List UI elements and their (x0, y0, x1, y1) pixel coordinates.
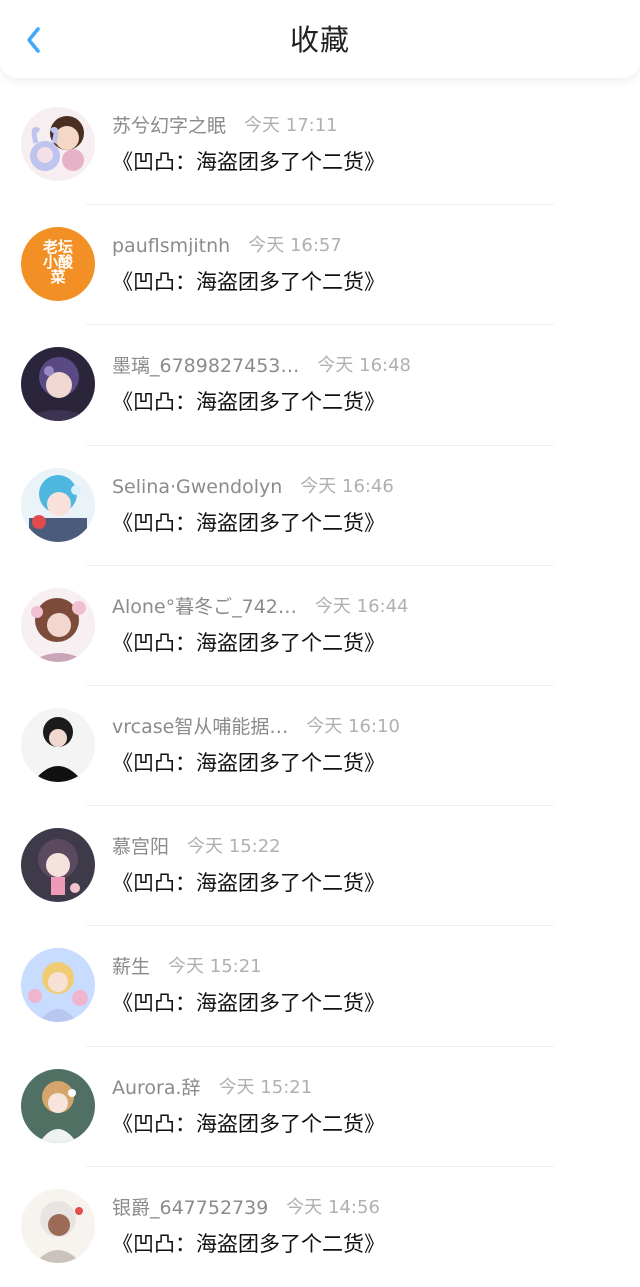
avatar (21, 948, 95, 1023)
avatar (21, 828, 95, 903)
item-meta: 苏兮幻字之眠 今天 17:11 (112, 111, 338, 141)
item-meta: 慕宫阳 今天 15:22 (112, 832, 281, 862)
list-item[interactable]: Aurora.辞 今天 15:21 《凹凸：海盗团多了个二货》 (0, 1047, 640, 1167)
item-meta: vrcase智从哺能据… 今天 16:10 (112, 712, 400, 742)
item-content: 《凹凸：海盗团多了个二货》 (112, 750, 385, 775)
timestamp: 今天 16:57 (248, 235, 342, 257)
top-bar: 收藏 (0, 0, 640, 78)
list-item[interactable]: Selina·Gwendolyn 今天 16:46 《凹凸：海盗团多了个二货》 (0, 446, 640, 566)
user-name: 墨璃_6789827453… (112, 355, 300, 378)
timestamp: 今天 16:44 (314, 595, 409, 617)
list-item[interactable]: Alone°暮冬ご_742… 今天 16:44 《凹凸：海盗团多了个二货》 (0, 566, 640, 686)
item-content: 《凹凸：海盗团多了个二货》 (112, 1111, 385, 1136)
user-name: 慕宫阳 (112, 836, 170, 859)
item-meta: 银爵_647752739 今天 14:56 (112, 1193, 380, 1223)
favorites-screen: 收藏 苏兮幻字之眠 今天 17:11 《凹凸：海盗团多了个二货》 老坛小酸菜 p… (0, 0, 640, 1287)
list-item[interactable]: vrcase智从哺能据… 今天 16:10 《凹凸：海盗团多了个二货》 (0, 686, 640, 807)
timestamp: 今天 15:22 (187, 836, 281, 858)
list-item[interactable]: 苏兮幻字之眠 今天 17:11 《凹凸：海盗团多了个二货》 (0, 85, 640, 206)
timestamp: 今天 15:21 (168, 956, 262, 978)
item-meta: 薪生 今天 15:21 (112, 952, 262, 982)
item-content: 《凹凸：海盗团多了个二货》 (112, 991, 385, 1016)
user-name: 银爵_647752739 (112, 1196, 269, 1219)
list-item[interactable]: 薪生 今天 15:21 《凹凸：海盗团多了个二货》 (0, 926, 640, 1047)
user-name: 薪生 (112, 956, 151, 979)
timestamp: 今天 15:21 (218, 1076, 313, 1098)
timestamp: 今天 16:10 (306, 715, 400, 737)
favorites-list: 苏兮幻字之眠 今天 17:11 《凹凸：海盗团多了个二货》 老坛小酸菜 pauf… (0, 85, 640, 1287)
item-content: 《凹凸：海盗团多了个二货》 (112, 150, 385, 174)
item-meta: Selina·Gwendolyn 今天 16:46 (112, 472, 394, 502)
user-name: Selina·Gwendolyn (112, 475, 283, 498)
item-content: 《凹凸：海盗团多了个二货》 (112, 510, 385, 535)
timestamp: 今天 16:48 (317, 355, 411, 377)
timestamp: 今天 17:11 (244, 115, 338, 136)
timestamp: 今天 16:46 (300, 475, 394, 497)
item-meta: Aurora.辞 今天 15:21 (112, 1073, 312, 1103)
page-title: 收藏 (289, 23, 350, 57)
item-content: 《凹凸：海盗团多了个二货》 (112, 630, 385, 655)
item-content: 《凹凸：海盗团多了个二货》 (112, 871, 385, 896)
avatar: 老坛小酸菜 (21, 227, 95, 302)
avatar (21, 707, 95, 782)
timestamp: 今天 14:56 (286, 1196, 380, 1218)
user-name: Aurora.辞 (112, 1076, 201, 1099)
user-name: pauflsmjitnh (112, 235, 231, 258)
avatar (21, 587, 95, 662)
avatar (21, 1188, 95, 1263)
user-name: vrcase智从哺能据… (112, 715, 289, 738)
item-meta: 墨璃_6789827453… 今天 16:48 (112, 351, 411, 381)
list-item[interactable]: 老坛小酸菜 pauflsmjitnh 今天 16:57 《凹凸：海盗团多了个二货… (0, 205, 640, 326)
list-item[interactable]: 墨璃_6789827453… 今天 16:48 《凹凸：海盗团多了个二货》 (0, 325, 640, 446)
avatar (21, 107, 95, 181)
avatar (21, 467, 95, 542)
item-content: 《凹凸：海盗团多了个二货》 (112, 390, 385, 415)
user-name: Alone°暮冬ご_742… (112, 595, 297, 618)
user-name: 苏兮幻字之眠 (112, 115, 227, 137)
item-meta: pauflsmjitnh 今天 16:57 (112, 231, 342, 261)
item-meta: Alone°暮冬ご_742… 今天 16:44 (112, 592, 409, 622)
item-content: 《凹凸：海盗团多了个二货》 (112, 1231, 385, 1256)
list-item[interactable]: 慕宫阳 今天 15:22 《凹凸：海盗团多了个二货》 (0, 806, 640, 927)
item-content: 《凹凸：海盗团多了个二货》 (112, 270, 385, 295)
avatar (21, 1068, 95, 1143)
list-item[interactable]: 银爵_647752739 今天 14:56 《凹凸：海盗团多了个二货》 (0, 1167, 640, 1287)
avatar (21, 347, 95, 422)
